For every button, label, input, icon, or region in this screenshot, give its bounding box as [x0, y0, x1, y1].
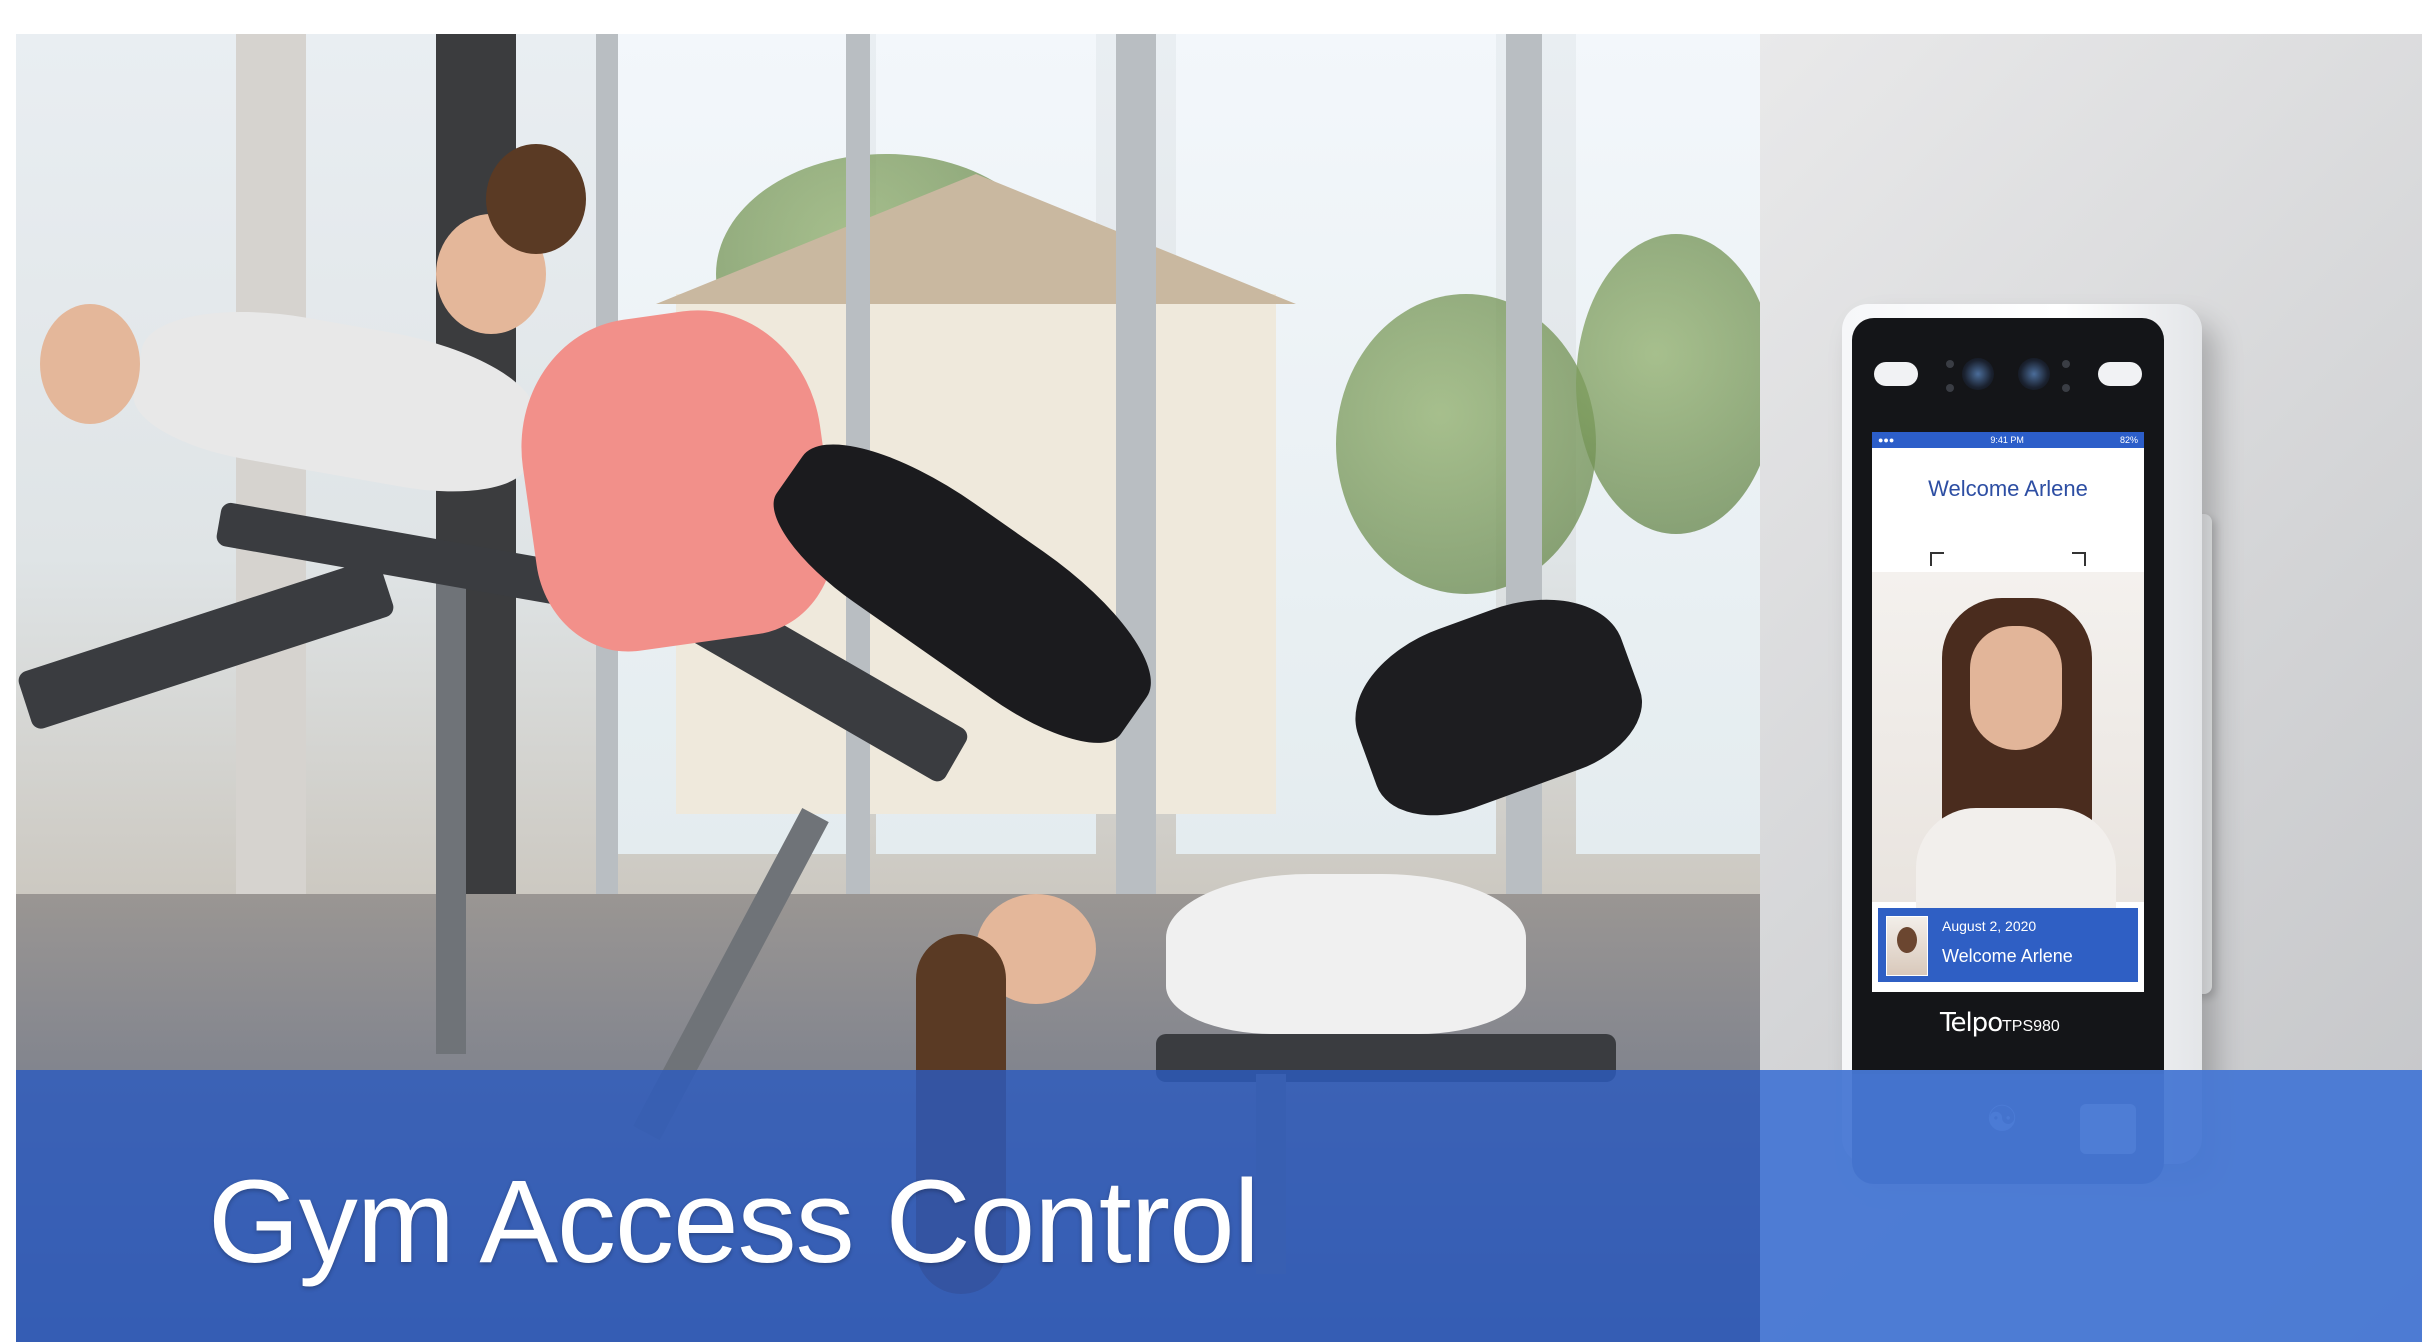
battery-status: 82%: [2119, 435, 2138, 445]
roof: [656, 174, 1296, 304]
ir-light-icon: [1874, 362, 1918, 386]
recognition-date: August 2, 2020: [1942, 918, 2037, 934]
device-screen: ●●● 9:41 PM 82% Welcome Arlene August 2,…: [1872, 432, 2144, 992]
incline-bench: [16, 556, 396, 732]
tree: [1336, 294, 1596, 594]
sensor-icon: [1946, 384, 1954, 392]
window-frame: [1116, 34, 1156, 934]
brand-logo: Telpo: [1940, 1008, 2003, 1038]
face-shirt: [1916, 808, 2116, 908]
headline: Gym Access Control: [208, 1156, 1260, 1288]
face-capture: [1872, 572, 2144, 908]
recognition-result: August 2, 2020 Welcome Arlene: [1878, 908, 2138, 982]
title-band-right: [1760, 1070, 2422, 1342]
recognition-welcome: Welcome Arlene: [1942, 946, 2073, 966]
face: [1970, 626, 2062, 750]
sensor-icon: [1946, 360, 1954, 368]
man-head: [40, 304, 140, 424]
ir-light-icon: [2098, 362, 2142, 386]
face-recognition-terminal: ●●● 9:41 PM 82% Welcome Arlene August 2,…: [1842, 304, 2202, 1184]
bench-leg: [436, 574, 466, 1054]
camera-icon: [1962, 358, 1994, 390]
face-frame-corner: [2072, 552, 2086, 566]
window-frame: [1506, 34, 1542, 934]
woman-lying-shirt: [1166, 874, 1526, 1034]
status-time: 9:41 PM: [1990, 435, 2024, 445]
tree: [1576, 234, 1760, 534]
banner: ●●● 9:41 PM 82% Welcome Arlene August 2,…: [16, 34, 2422, 1342]
welcome-message: Welcome Arlene: [1928, 476, 2088, 501]
avatar: [1886, 916, 1928, 976]
face-frame-corner: [1930, 552, 1944, 566]
sensor-icon: [2062, 384, 2070, 392]
signal-icon: ●●●: [1878, 435, 1895, 445]
camera-icon: [2018, 358, 2050, 390]
pillar: [236, 34, 306, 934]
device-front: ●●● 9:41 PM 82% Welcome Arlene August 2,…: [1852, 318, 2164, 1138]
sensor-icon: [2062, 360, 2070, 368]
woman-hair: [486, 144, 586, 254]
model-label: TPS980: [2002, 1018, 2060, 1035]
status-bar: ●●● 9:41 PM 82%: [1872, 432, 2144, 448]
